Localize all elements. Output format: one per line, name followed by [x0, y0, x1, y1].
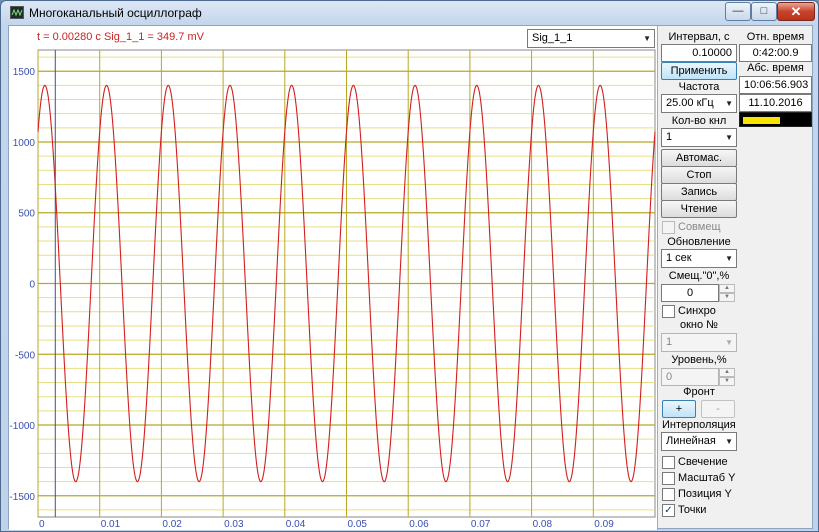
level-spinner[interactable]: ▲ ▼	[719, 368, 735, 386]
oscilloscope-app-icon	[10, 6, 24, 19]
points-checkbox[interactable]: ✓	[662, 504, 675, 517]
window-number-label: окно №	[680, 319, 718, 331]
relative-time-label: Отн. время	[746, 31, 805, 43]
minimize-icon: —	[732, 5, 744, 17]
window-number-value: 1	[666, 336, 673, 348]
control-panel: Интервал, с 0.10000 Применить Частота 25…	[659, 26, 814, 530]
level-input[interactable]: 0	[661, 368, 719, 386]
x-tick-label: 0.09	[594, 519, 614, 530]
interpolation-select[interactable]: Линейная ▼	[661, 432, 737, 451]
read-button[interactable]: Чтение	[661, 200, 737, 218]
channel-color-bar	[743, 117, 780, 124]
interpolation-label: Интерполяция	[662, 419, 736, 431]
front-falling-button[interactable]: -	[701, 400, 735, 418]
channel-color-indicator	[739, 112, 812, 127]
frequency-label: Частота	[678, 81, 720, 93]
sync-checkbox[interactable]	[662, 305, 675, 318]
combine-checkbox[interactable]	[662, 221, 675, 234]
y-tick-label: -1000	[9, 421, 35, 432]
y-tick-label: -500	[15, 350, 35, 361]
relative-time-value: 0:42:00.9	[739, 44, 812, 62]
channel-select[interactable]: Sig_1_1 ▼	[527, 29, 655, 48]
offset-label: Смещ."0",%	[668, 270, 730, 282]
maximize-button[interactable]: □	[751, 2, 777, 21]
update-label: Обновление	[667, 236, 731, 248]
offset-spinner[interactable]: ▲ ▼	[719, 284, 735, 302]
glow-label: Свечение	[678, 456, 728, 468]
x-tick-label: 0.06	[409, 519, 429, 530]
update-value: 1 сек	[666, 252, 692, 264]
record-button[interactable]: Запись	[661, 183, 737, 201]
apply-button[interactable]: Применить	[661, 62, 737, 80]
position-y-checkbox[interactable]	[662, 488, 675, 501]
x-tick-label: 0.01	[101, 519, 121, 530]
frequency-select[interactable]: 25.00 кГц ▼	[661, 94, 737, 113]
scale-y-checkbox[interactable]	[662, 472, 675, 485]
front-rising-button[interactable]: +	[662, 400, 696, 418]
front-label: Фронт	[683, 386, 715, 398]
x-tick-label: 0.02	[162, 519, 182, 530]
frequency-value: 25.00 кГц	[666, 97, 714, 109]
maximize-icon: □	[760, 5, 768, 17]
sync-label: Синхро	[678, 305, 716, 317]
x-tick-label: 0	[39, 519, 45, 530]
y-tick-label: -1500	[9, 492, 35, 503]
chevron-down-icon: ▼	[725, 133, 733, 142]
chevron-down-icon: ▼	[725, 99, 733, 108]
spin-down-icon[interactable]: ▼	[719, 377, 735, 386]
chevron-down-icon: ▼	[643, 34, 651, 43]
interval-label: Интервал, с	[668, 31, 730, 43]
oscilloscope-window: Многоканальный осциллограф — □ ✕ 1500 100…	[0, 0, 819, 532]
title-bar[interactable]: Многоканальный осциллограф — □ ✕	[1, 1, 818, 25]
y-tick-label: 1000	[13, 138, 36, 149]
minimize-button[interactable]: —	[725, 2, 751, 21]
check-icon: ✓	[664, 505, 673, 516]
position-y-label: Позиция Y	[678, 488, 732, 500]
cursor-readout: t = 0.00280 c Sig_1_1 = 349.7 mV	[37, 31, 204, 43]
x-tick-label: 0.05	[348, 519, 368, 530]
scale-y-label: Масштаб Y	[678, 472, 736, 484]
plot-area[interactable]: 1500 1000 500 0 -500 -1000 -1500 0 0.01 0.02 0.03 0…	[9, 26, 658, 530]
spin-down-icon[interactable]: ▼	[719, 293, 735, 302]
date-value: 11.10.2016	[739, 94, 812, 112]
chevron-down-icon: ▼	[725, 437, 733, 446]
stop-button[interactable]: Стоп	[661, 166, 737, 184]
close-icon: ✕	[790, 4, 802, 19]
window-title: Многоканальный осциллограф	[29, 6, 202, 20]
x-tick-label: 0.03	[224, 519, 244, 530]
channel-select-value: Sig_1_1	[532, 32, 573, 44]
interval-input[interactable]: 0.10000	[661, 44, 737, 62]
absolute-time-value: 10:06:56.903	[739, 76, 812, 94]
combine-label: Совмещ	[678, 221, 721, 233]
close-button[interactable]: ✕	[777, 2, 815, 21]
channels-count-select[interactable]: 1 ▼	[661, 128, 737, 147]
x-tick-label: 0.07	[471, 519, 491, 530]
chevron-down-icon: ▼	[725, 254, 733, 263]
update-select[interactable]: 1 сек ▼	[661, 249, 737, 268]
spin-up-icon[interactable]: ▲	[719, 284, 735, 293]
auto-scale-button[interactable]: Автомас.	[661, 149, 737, 167]
y-tick-label: 0	[29, 280, 35, 291]
offset-input[interactable]: 0	[661, 284, 719, 302]
spin-up-icon[interactable]: ▲	[719, 368, 735, 377]
x-tick-label: 0.08	[533, 519, 553, 530]
y-tick-label: 500	[18, 209, 35, 220]
chevron-down-icon: ▼	[725, 338, 733, 347]
channels-count-label: Кол-во кнл	[671, 115, 727, 127]
oscilloscope-plot[interactable]: 1500 1000 500 0 -500 -1000 -1500 0 0.01 0.02 0.03 0…	[9, 26, 658, 530]
absolute-time-label: Абс. время	[747, 62, 804, 74]
client-area: 1500 1000 500 0 -500 -1000 -1500 0 0.01 0.02 0.03 0…	[8, 25, 814, 530]
channels-count-value: 1	[666, 131, 673, 143]
window-number-select[interactable]: 1 ▼	[661, 333, 737, 352]
level-label: Уровень,%	[671, 354, 727, 366]
interpolation-value: Линейная	[666, 435, 716, 447]
glow-checkbox[interactable]	[662, 456, 675, 469]
x-tick-label: 0.04	[286, 519, 306, 530]
y-tick-label: 1500	[13, 67, 36, 78]
points-label: Точки	[678, 504, 707, 516]
